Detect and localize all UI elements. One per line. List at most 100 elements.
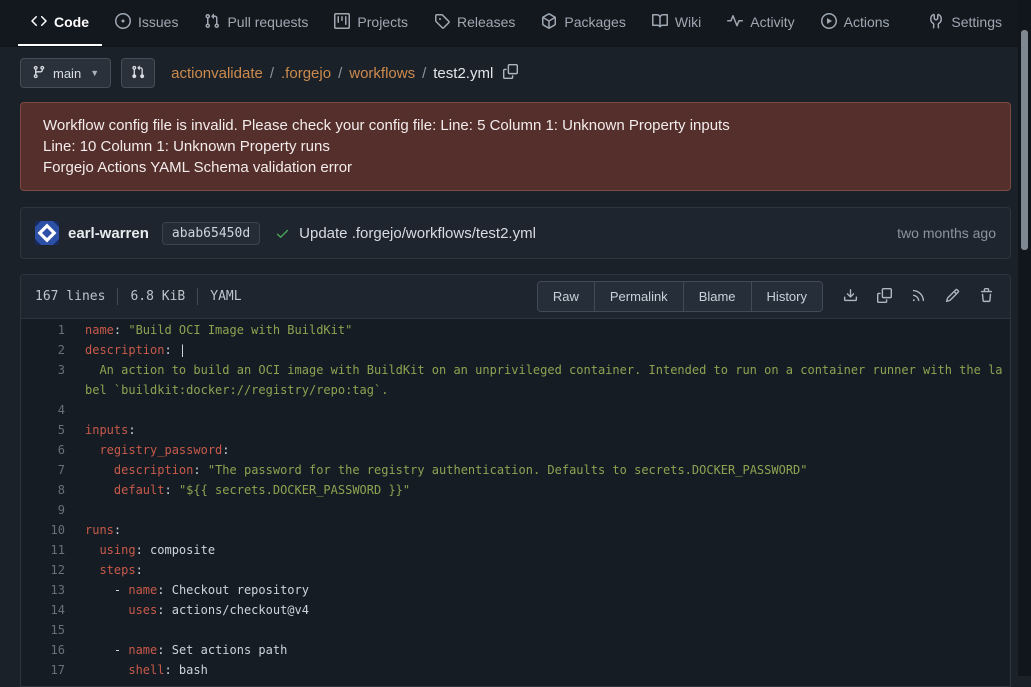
line-number[interactable]: 6 xyxy=(21,440,85,460)
file-header: 167 lines 6.8 KiB YAML Raw Permalink Bla… xyxy=(21,275,1010,319)
divider xyxy=(197,288,198,305)
tab-wiki[interactable]: Wiki xyxy=(639,0,714,46)
file-language: YAML xyxy=(210,289,241,304)
breadcrumb-dir-link[interactable]: workflows xyxy=(349,65,415,82)
breadcrumb-separator: / xyxy=(422,65,426,82)
line-number[interactable]: 14 xyxy=(21,600,85,620)
commit-author-link[interactable]: earl-warren xyxy=(68,225,149,242)
scrollbar-thumb[interactable] xyxy=(1021,30,1028,250)
tab-releases[interactable]: Releases xyxy=(421,0,528,46)
file-view: 167 lines 6.8 KiB YAML Raw Permalink Bla… xyxy=(20,274,1011,687)
line-content: - name: Checkout repository xyxy=(85,580,1010,600)
file-line-count: 167 lines xyxy=(35,289,105,304)
line-number[interactable]: 12 xyxy=(21,560,85,580)
branch-selector-button[interactable]: main ▼ xyxy=(20,58,111,88)
avatar[interactable] xyxy=(35,221,59,245)
code-line: 8 default: "${{ secrets.DOCKER_PASSWORD … xyxy=(21,480,1010,500)
blame-button[interactable]: Blame xyxy=(683,282,751,311)
raw-button[interactable]: Raw xyxy=(538,282,594,311)
code-line: 2description: | xyxy=(21,340,1010,360)
edit-file-button[interactable] xyxy=(945,288,960,306)
tab-label: Settings xyxy=(951,14,1002,30)
line-number[interactable]: 7 xyxy=(21,460,85,480)
tab-projects[interactable]: Projects xyxy=(321,0,421,46)
line-content: inputs: xyxy=(85,420,1010,440)
compare-icon xyxy=(131,65,145,82)
copy-icon xyxy=(503,64,518,82)
error-line: Line: 10 Column 1: Unknown Property runs xyxy=(43,136,988,157)
code-line: 17 shell: bash xyxy=(21,660,1010,680)
rss-icon xyxy=(911,288,926,306)
code-line: 5inputs: xyxy=(21,420,1010,440)
copy-content-button[interactable] xyxy=(877,288,892,306)
tab-pull-requests[interactable]: Pull requests xyxy=(191,0,321,46)
tab-activity[interactable]: Activity xyxy=(714,0,807,46)
branch-name: main xyxy=(53,66,81,81)
latest-commit-bar: earl-warren abab65450d Update .forgejo/w… xyxy=(20,207,1011,259)
line-content xyxy=(85,400,1010,420)
line-content: runs: xyxy=(85,520,1010,540)
download-icon xyxy=(843,288,858,306)
code-line: 14 uses: actions/checkout@v4 xyxy=(21,600,1010,620)
tab-issues[interactable]: Issues xyxy=(102,0,191,46)
line-content: default: "${{ secrets.DOCKER_PASSWORD }}… xyxy=(85,480,1010,500)
file-path-toolbar: main ▼ actionvalidate / .forgejo / workf… xyxy=(20,57,1011,89)
scrollbar-track[interactable] xyxy=(1018,0,1031,676)
line-number[interactable]: 16 xyxy=(21,640,85,660)
package-icon xyxy=(541,13,557,32)
line-number[interactable]: 4 xyxy=(21,400,85,420)
rss-feed-button[interactable] xyxy=(911,288,926,306)
line-number[interactable]: 9 xyxy=(21,500,85,520)
copy-path-button[interactable] xyxy=(503,64,518,82)
breadcrumb-dir-link[interactable]: .forgejo xyxy=(281,65,331,82)
history-button[interactable]: History xyxy=(751,282,822,311)
file-size: 6.8 KiB xyxy=(130,289,185,304)
tab-label: Actions xyxy=(844,14,890,30)
trash-icon xyxy=(979,288,994,306)
delete-file-button[interactable] xyxy=(979,288,994,306)
code-line: 7 description: "The password for the reg… xyxy=(21,460,1010,480)
tab-packages[interactable]: Packages xyxy=(528,0,638,46)
permalink-button[interactable]: Permalink xyxy=(594,282,683,311)
line-content: An action to build an OCI image with Bui… xyxy=(85,360,1010,400)
download-button[interactable] xyxy=(843,288,858,306)
tools-icon xyxy=(928,13,944,32)
code-lines: 1name: "Build OCI Image with BuildKit"2d… xyxy=(21,320,1010,680)
compare-button[interactable] xyxy=(121,58,155,88)
breadcrumb-separator: / xyxy=(270,65,274,82)
line-content xyxy=(85,620,1010,640)
line-number[interactable]: 1 xyxy=(21,320,85,340)
code-line: 13 - name: Checkout repository xyxy=(21,580,1010,600)
tab-label: Pull requests xyxy=(227,14,308,30)
tab-settings[interactable]: Settings xyxy=(915,0,1015,46)
pull-request-icon xyxy=(204,13,220,32)
line-number[interactable]: 3 xyxy=(21,360,85,400)
line-number[interactable]: 5 xyxy=(21,420,85,440)
line-number[interactable]: 10 xyxy=(21,520,85,540)
divider xyxy=(117,288,118,305)
tab-label: Projects xyxy=(357,14,408,30)
line-number[interactable]: 15 xyxy=(21,620,85,640)
line-number[interactable]: 11 xyxy=(21,540,85,560)
tab-code[interactable]: Code xyxy=(18,0,102,46)
tab-label: Wiki xyxy=(675,14,701,30)
line-content: using: composite xyxy=(85,540,1010,560)
view-mode-button-group: Raw Permalink Blame History xyxy=(537,281,823,312)
file-icon-buttons xyxy=(843,288,996,306)
pulse-icon xyxy=(727,13,743,32)
line-number[interactable]: 2 xyxy=(21,340,85,360)
line-number[interactable]: 17 xyxy=(21,660,85,680)
commit-sha-badge[interactable]: abab65450d xyxy=(162,222,260,245)
commit-status-check-icon[interactable] xyxy=(275,226,290,241)
error-line: Workflow config file is invalid. Please … xyxy=(43,115,988,136)
code-line: 4 xyxy=(21,400,1010,420)
line-number[interactable]: 8 xyxy=(21,480,85,500)
line-number[interactable]: 13 xyxy=(21,580,85,600)
tab-actions[interactable]: Actions xyxy=(808,0,903,46)
tab-label: Releases xyxy=(457,14,515,30)
line-content: name: "Build OCI Image with BuildKit" xyxy=(85,320,1010,340)
line-content: steps: xyxy=(85,560,1010,580)
commit-message-link[interactable]: Update .forgejo/workflows/test2.yml xyxy=(299,225,536,242)
line-content xyxy=(85,500,1010,520)
breadcrumb-repo-link[interactable]: actionvalidate xyxy=(171,65,263,82)
